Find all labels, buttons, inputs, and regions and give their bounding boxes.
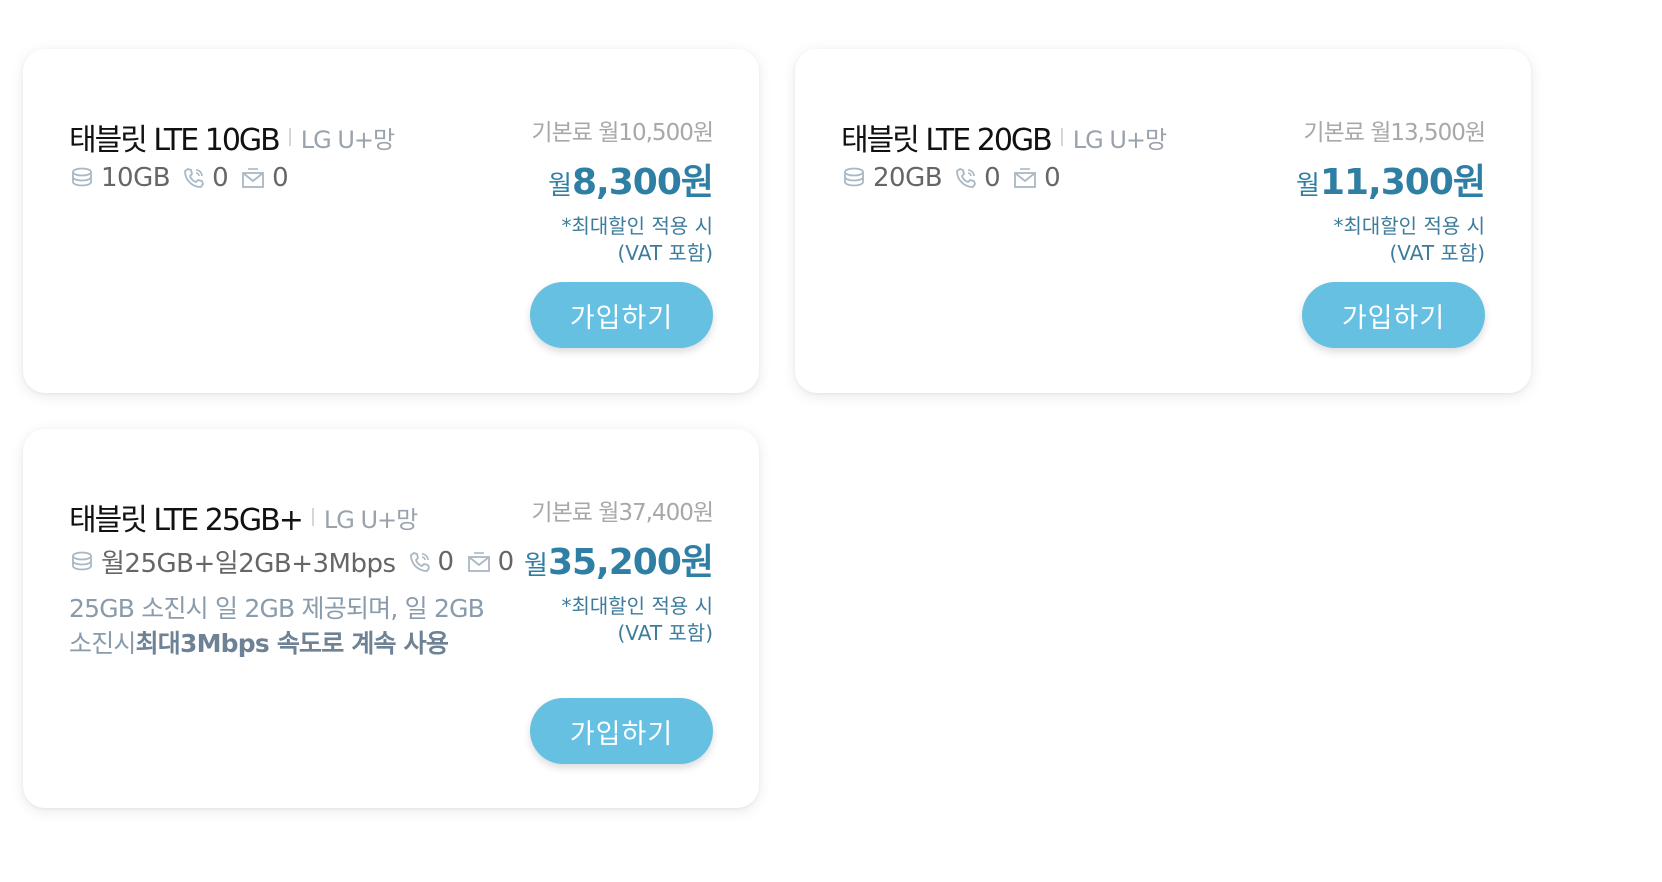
discount-note-line2: (VAT 포함) — [617, 241, 713, 265]
title-divider — [288, 128, 291, 146]
spec-sms: 0 — [240, 163, 289, 193]
phone-icon — [184, 168, 204, 188]
spec-data: 월25GB+일2GB+3Mbps — [69, 543, 396, 580]
data-stack-icon — [844, 167, 864, 187]
sale-prefix: 월 — [1296, 171, 1320, 201]
title-divider — [311, 508, 314, 526]
spec-sms-value: 0 — [497, 546, 515, 577]
price-area: 기본료 월10,500원 월8,300원 *최대할인 적용 시 (VAT 포함) — [531, 113, 714, 267]
join-button[interactable]: 가입하기 — [1302, 282, 1485, 348]
price-area: 기본료 월37,400원 월35,200원 *최대할인 적용 시 (VAT 포함… — [524, 493, 714, 647]
spec-data: 20GB — [841, 163, 943, 193]
spec-sms: 0 — [1012, 163, 1061, 193]
spec-calls-value: 0 — [984, 163, 1001, 193]
plan-description: 25GB 소진시 일 2GB 제공되며, 일 2GB 소진시최대3Mbps 속도… — [69, 591, 509, 661]
phone-icon — [956, 168, 976, 188]
spec-sms-value: 0 — [272, 163, 289, 193]
join-button[interactable]: 가입하기 — [530, 698, 713, 764]
spec-data-value: 월25GB+일2GB+3Mbps — [101, 549, 396, 579]
sale-price: 월8,300원 — [531, 153, 714, 205]
sale-prefix: 월 — [524, 551, 548, 581]
envelope-icon — [467, 551, 490, 572]
sale-amount: 8,300원 — [572, 162, 714, 203]
sale-price: 월35,200원 — [524, 533, 714, 585]
base-price: 기본료 월13,500원 — [1303, 120, 1486, 146]
base-price: 기본료 월37,400원 — [531, 500, 714, 526]
spec-calls: 0 — [182, 163, 229, 193]
data-stack-icon — [72, 551, 92, 570]
spec-calls-value: 0 — [437, 546, 455, 577]
plan-card: 태블릿 LTE 10GB LG U+망 10GB 0 0 기본료 월10,500… — [23, 49, 759, 393]
data-stack-icon — [72, 167, 92, 187]
plan-specs: 20GB 0 0 — [841, 163, 1061, 193]
spec-calls-value: 0 — [212, 163, 229, 193]
plan-card: 태블릿 LTE 25GB+ LG U+망 월25GB+일2GB+3Mbps 0 … — [23, 429, 759, 808]
plan-name: 태블릿 LTE 20GB — [841, 123, 1053, 158]
plan-specs: 10GB 0 0 — [69, 163, 289, 193]
discount-note-line2: (VAT 포함) — [1389, 241, 1485, 265]
spec-calls: 0 — [954, 163, 1001, 193]
plan-title: 태블릿 LTE 10GB LG U+망 — [69, 115, 395, 159]
discount-note: *최대할인 적용 시 (VAT 포함) — [1296, 213, 1485, 267]
envelope-icon — [242, 168, 265, 188]
plan-card: 태블릿 LTE 20GB LG U+망 20GB 0 0 기본료 월13,500… — [795, 49, 1531, 393]
phone-icon — [409, 551, 430, 572]
spec-calls: 0 — [408, 547, 454, 577]
discount-note-line2: (VAT 포함) — [617, 621, 713, 645]
discount-note: *최대할인 적용 시 (VAT 포함) — [524, 593, 713, 647]
plan-carrier: LG U+망 — [1072, 125, 1167, 154]
discount-note-line1: *최대할인 적용 시 — [1333, 214, 1485, 238]
spec-data-value: 20GB — [873, 163, 943, 193]
sale-prefix: 월 — [548, 171, 572, 201]
discount-note-line1: *최대할인 적용 시 — [561, 214, 713, 238]
title-divider — [1060, 128, 1063, 146]
description-highlight: 최대3Mbps 속도로 계속 사용 — [135, 629, 449, 658]
plan-title: 태블릿 LTE 20GB LG U+망 — [841, 115, 1167, 159]
sale-amount: 35,200원 — [547, 542, 714, 583]
discount-note-line1: *최대할인 적용 시 — [561, 594, 713, 618]
spec-data-value: 10GB — [101, 163, 171, 193]
envelope-icon — [1014, 168, 1037, 188]
sale-price: 월11,300원 — [1296, 153, 1486, 205]
plan-name: 태블릿 LTE 25GB+ — [69, 503, 304, 538]
plan-carrier: LG U+망 — [300, 125, 395, 154]
base-price: 기본료 월10,500원 — [531, 120, 714, 146]
spec-sms-value: 0 — [1044, 163, 1061, 193]
sale-amount: 11,300원 — [1319, 162, 1486, 203]
spec-sms: 0 — [466, 547, 514, 577]
plan-specs: 월25GB+일2GB+3Mbps 0 0 — [69, 543, 514, 580]
plan-name: 태블릿 LTE 10GB — [69, 123, 281, 158]
plan-carrier: LG U+망 — [323, 505, 418, 534]
discount-note: *최대할인 적용 시 (VAT 포함) — [531, 213, 713, 267]
spec-data: 10GB — [69, 163, 171, 193]
price-area: 기본료 월13,500원 월11,300원 *최대할인 적용 시 (VAT 포함… — [1296, 113, 1486, 267]
plan-title: 태블릿 LTE 25GB+ LG U+망 — [69, 495, 418, 539]
join-button[interactable]: 가입하기 — [530, 282, 713, 348]
